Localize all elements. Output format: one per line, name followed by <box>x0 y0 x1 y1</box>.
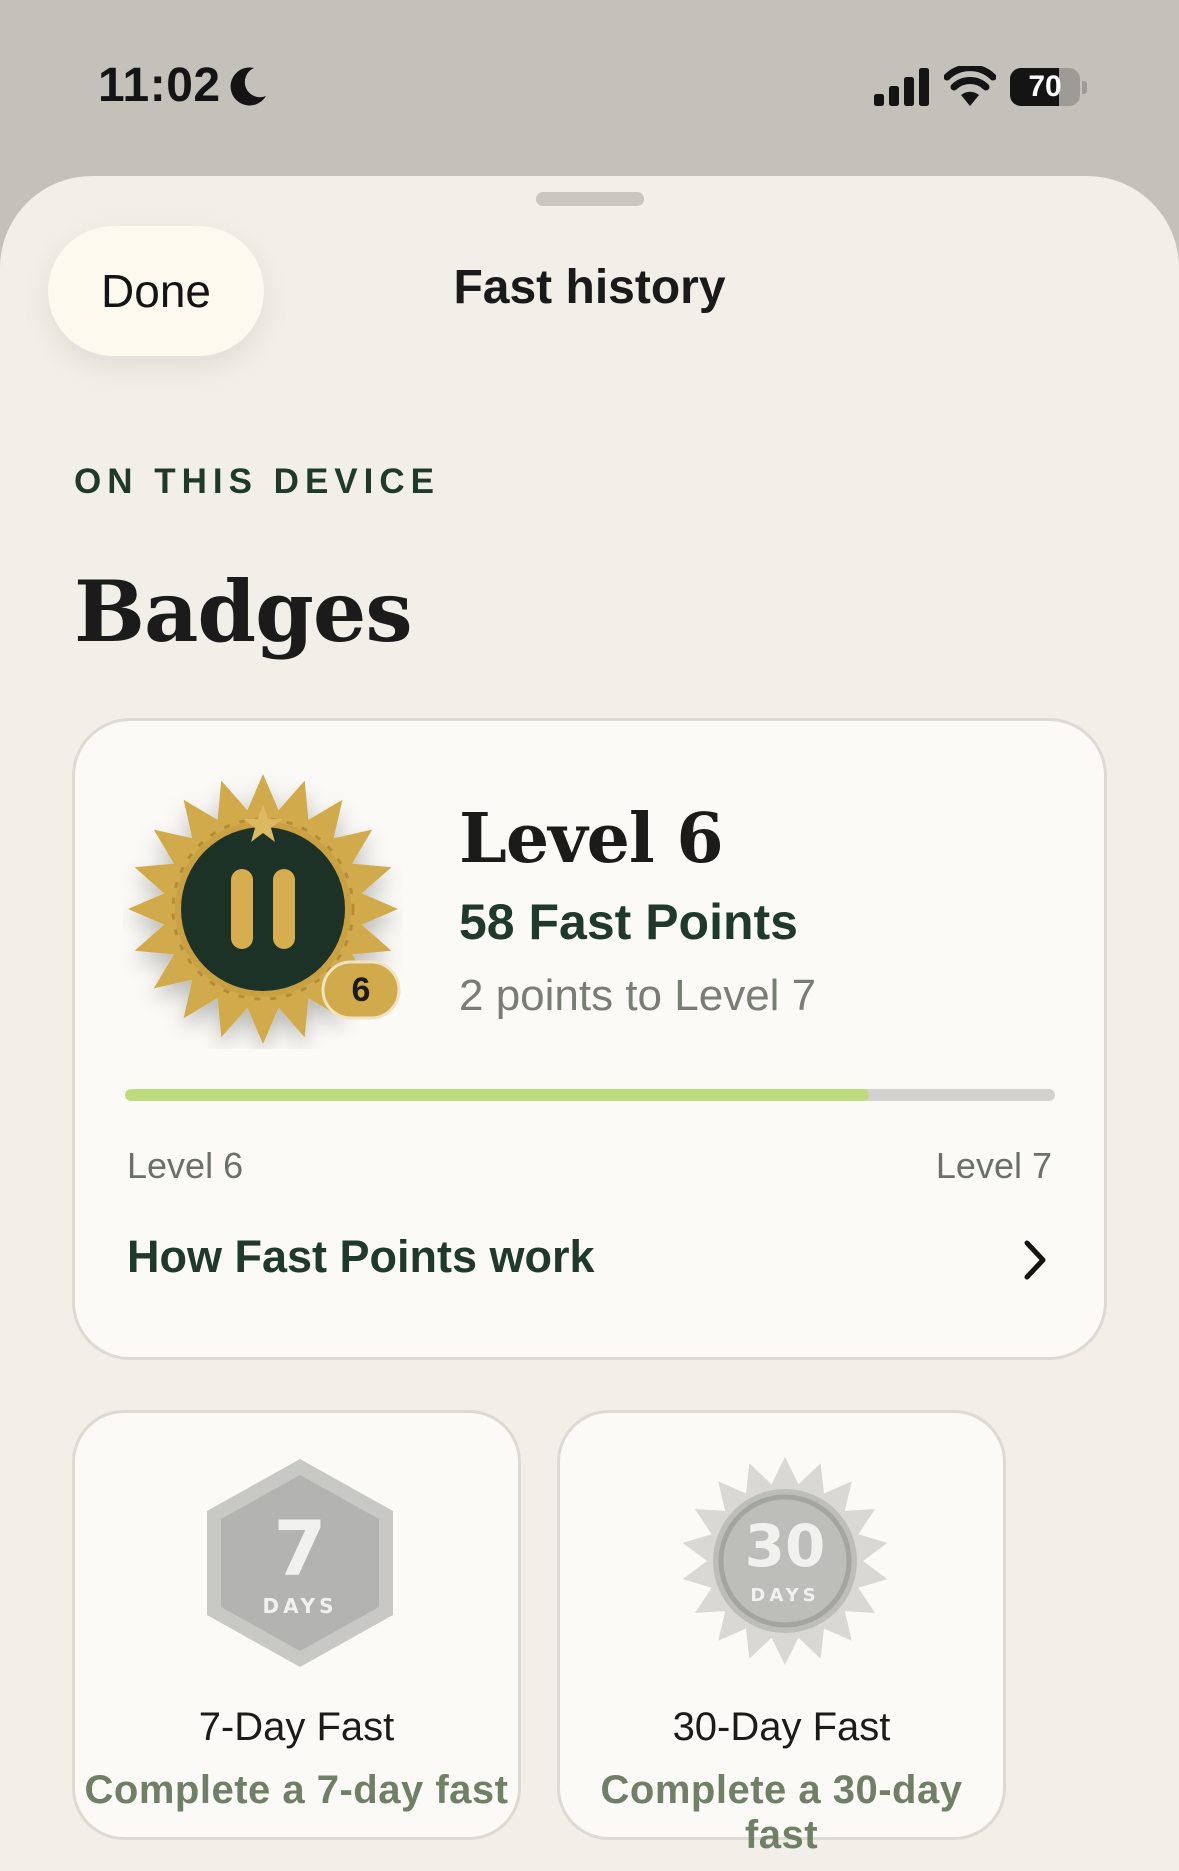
wifi-icon <box>944 66 996 106</box>
battery-nub <box>1082 81 1087 94</box>
starburst-badge-icon: 30 DAYS <box>670 1451 900 1671</box>
badge-name: 30-Day Fast <box>672 1705 891 1749</box>
badge-card-30-day-fast[interactable]: 30 DAYS 30-Day Fast Complete a 30-day fa… <box>557 1410 1006 1857</box>
badge-card-7-day-fast[interactable]: 7 DAYS 7-Day Fast Complete a 7-day fast <box>72 1410 521 1840</box>
cellular-signal-icon <box>874 68 929 106</box>
battery-body: 70 <box>1010 68 1080 106</box>
progress-end-label: Level 7 <box>935 1145 1052 1186</box>
level-title: Level 6 <box>459 799 724 879</box>
level-progress-bar <box>125 1089 1055 1101</box>
hexagon-badge-icon: 7 DAYS <box>185 1451 415 1671</box>
status-time: 11:02 <box>98 59 221 112</box>
page-title: Fast history <box>453 261 726 314</box>
badge-description: Complete a 7-day fast <box>84 1768 509 1812</box>
status-bar: 11:02 70 <box>0 0 1179 175</box>
badge-unit: DAYS <box>750 1585 819 1606</box>
battery-percent: 70 <box>1028 70 1062 103</box>
badge-description: Complete a 30-day fast <box>600 1768 963 1857</box>
level-badge-number: 6 <box>352 971 371 1009</box>
moon-icon <box>230 67 266 106</box>
badge-number: 7 <box>274 1504 327 1593</box>
badge-number: 30 <box>745 1512 826 1580</box>
battery-indicator: 70 <box>1010 68 1087 106</box>
fast-history-sheet: Done Fast history ON THIS DEVICE Badges <box>0 176 1179 1871</box>
progress-start-label: Level 6 <box>127 1145 244 1186</box>
level-card[interactable]: 6 Level 6 58 Fast Points 2 points to Lev… <box>72 718 1107 1360</box>
badge-unit: DAYS <box>262 1594 337 1618</box>
chevron-right-icon <box>1024 1240 1046 1280</box>
level-progress-fill <box>125 1089 869 1101</box>
sheet-grabber[interactable] <box>536 192 644 206</box>
fast-points: 58 Fast Points <box>459 894 798 950</box>
how-fast-points-work-label: How Fast Points work <box>127 1231 595 1282</box>
pause-starburst-badge-icon: 6 <box>123 769 403 1049</box>
points-to-next-level: 2 points to Level 7 <box>459 971 817 1020</box>
how-fast-points-work-link[interactable]: How Fast Points work <box>125 1223 1055 1303</box>
badge-name: 7-Day Fast <box>198 1705 395 1749</box>
section-title: Badges <box>74 562 413 661</box>
section-eyebrow: ON THIS DEVICE <box>74 462 440 501</box>
